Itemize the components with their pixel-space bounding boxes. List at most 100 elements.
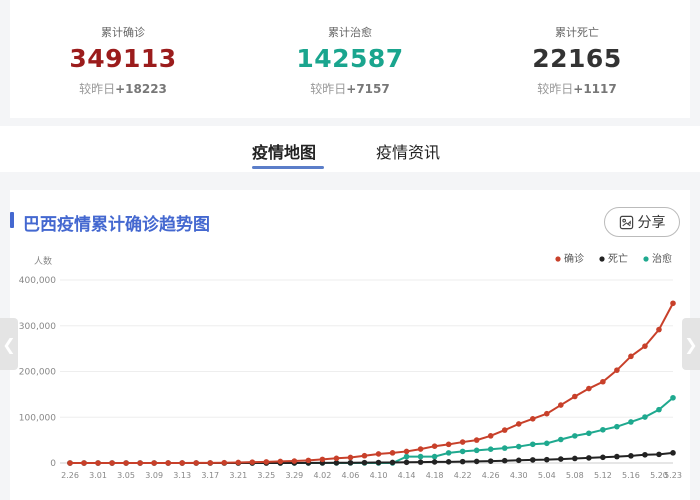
data-point [515,457,522,464]
stat-recovered-label: 累计治愈 [328,26,372,39]
y-tick-label: 200,000 [19,368,56,378]
x-tick-label: 3.17 [201,471,219,480]
x-tick-label: 4.06 [342,471,360,480]
x-tick-label: 5.16 [622,471,640,480]
data-point [529,416,536,422]
data-point [347,459,354,466]
data-point [417,453,424,460]
data-point [473,458,480,465]
data-point [347,454,354,461]
data-point [67,460,73,466]
data-point [333,455,340,462]
data-point [515,421,522,427]
legend-label-1: 死亡 [608,252,628,265]
x-tick-label: 3.01 [89,471,107,480]
data-point [403,448,410,455]
chevron-right-icon: ❯ [684,334,698,354]
data-point [515,443,522,450]
data-point [600,426,606,433]
x-tick-label: 5.04 [538,471,556,480]
data-point [249,459,256,465]
legend-marker-2 [643,256,649,262]
data-point [403,453,410,460]
x-tick-label: 3.25 [257,471,275,480]
series-line-0 [69,302,674,464]
data-point [109,460,115,466]
data-point [501,427,508,433]
data-point [572,433,578,439]
data-point [543,410,550,417]
data-point [543,440,550,447]
data-point [459,448,466,455]
data-point [319,456,326,463]
trend-line-chart: 人数 0 100,000 200,000 300,000 400,000 2.26 3.01 3… [19,252,682,480]
data-point [656,326,662,333]
data-point [389,450,396,456]
data-point [656,451,662,458]
data-point [417,446,424,452]
stat-confirmed-delta: 较昨日+18223 [79,82,167,96]
y-tick-label: 100,000 [19,413,56,423]
data-point [221,459,228,466]
x-tick-label: 5.08 [566,471,584,480]
data-point [600,378,606,385]
data-point [543,456,550,463]
x-tick-label: 4.22 [454,471,472,480]
data-point [473,437,480,443]
data-point [628,419,634,425]
data-point [501,457,508,464]
stat-deaths-value: 22165 [532,44,622,73]
data-point [642,414,648,420]
x-tick-label: 4.14 [398,471,416,480]
data-point [375,459,382,466]
x-tick-label: 3.29 [285,471,303,480]
tab-epidemic-map[interactable]: 疫情地图 [252,139,316,163]
data-point [670,300,676,307]
data-point [642,343,648,349]
x-tick-label: 3.21 [229,471,247,480]
data-point [445,459,452,465]
trend-chart-card: 巴西疫情累计确诊趋势图 分享 人数 0 100,000 200,000 300,000 4… [10,190,690,500]
data-point [473,447,480,454]
stat-recovered-delta: 较昨日+7157 [310,82,390,96]
data-point [445,441,452,448]
x-tick-label: 3.09 [145,471,163,480]
legend-marker-0 [555,256,561,262]
stat-deaths-label: 累计死亡 [555,26,599,39]
data-point [137,460,143,466]
tab-bar: 疫情地图 疫情资讯 [0,126,700,172]
data-point [642,451,648,458]
x-tick-label: 5.12 [594,471,612,480]
x-tick-label: 3.05 [117,471,135,480]
data-point [445,450,452,456]
data-point [291,458,298,464]
stats-panel: 累计确诊 349113 较昨日+18223 累计治愈 142587 较昨日+71… [10,0,690,118]
data-point [403,459,410,466]
data-point [95,460,101,466]
x-tick-label: 4.26 [482,471,500,480]
series-line-2 [70,397,674,464]
prev-arrow-button[interactable]: ❮ [0,318,18,370]
y-tick-label: 0 [50,459,56,469]
stat-deaths-delta: 较昨日+1117 [537,82,617,96]
data-point [151,460,157,466]
data-point [586,430,592,437]
legend-label-0: 确诊 [564,252,584,265]
x-tick-label: 3.13 [173,471,191,480]
data-point [431,459,438,465]
stat-confirmed-value: 349113 [69,44,177,73]
data-point [361,459,368,466]
data-point [628,453,634,459]
data-point [487,458,494,464]
tab-epidemic-news[interactable]: 疫情资讯 [376,139,440,163]
data-point [558,456,564,462]
next-arrow-button[interactable]: ❯ [682,318,700,370]
data-point [459,458,466,465]
data-point [572,393,578,400]
data-point [207,460,214,466]
data-point [628,353,634,360]
data-point [459,439,466,445]
x-tick-label: 2.26 [61,471,79,480]
active-tab-indicator [252,166,324,169]
data-point [389,459,396,466]
